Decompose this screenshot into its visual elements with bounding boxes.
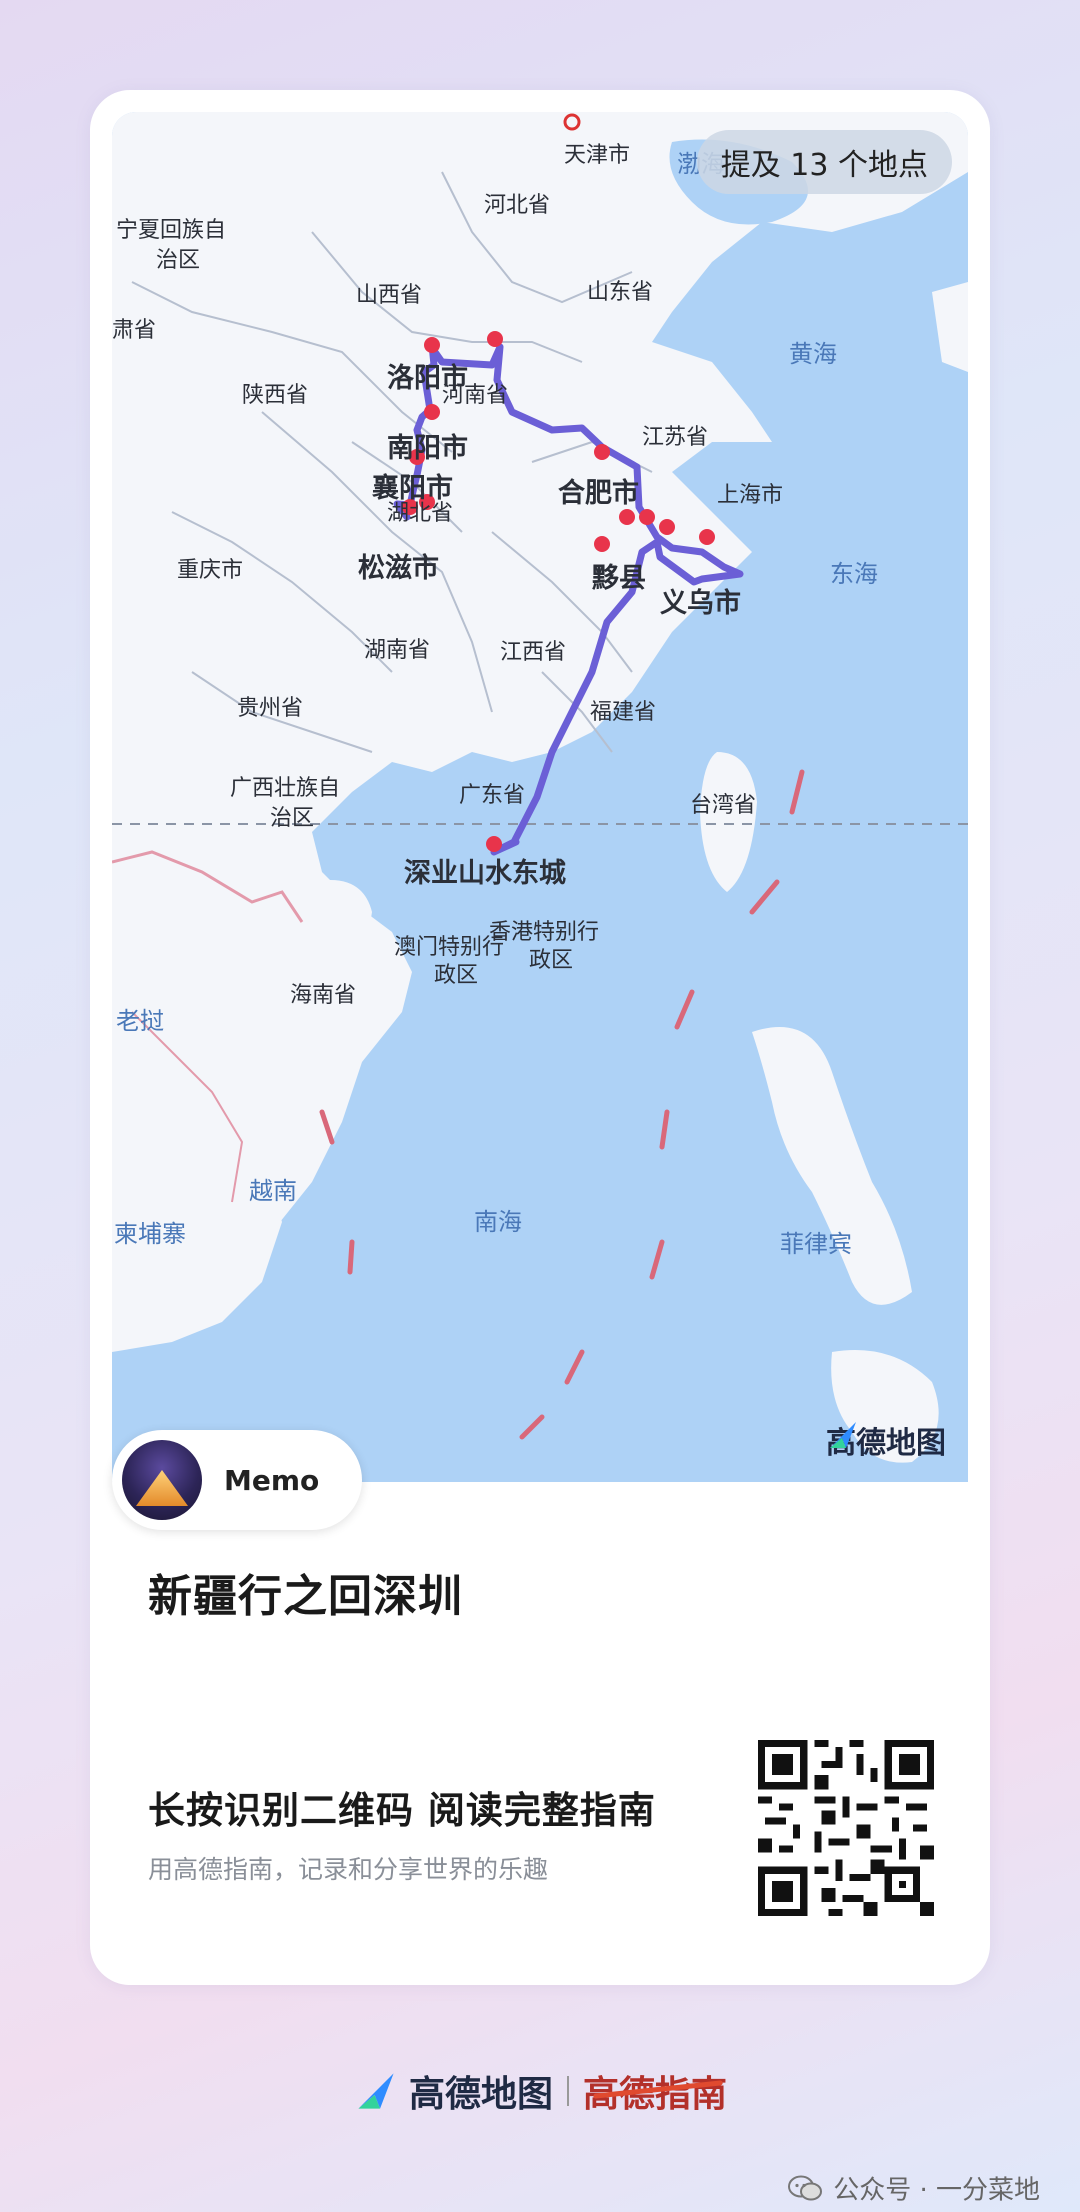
label-hefei: 合肥市: [558, 477, 639, 509]
label-hunan: 湖南省: [364, 638, 430, 663]
label-macau-1: 澳门特别行: [394, 935, 504, 960]
label-yixian: 黟县: [592, 563, 646, 594]
marker-yixian-1: [619, 509, 635, 525]
marker-yixian-4: [594, 536, 610, 552]
label-gansu: 肃省: [112, 318, 156, 343]
label-henan: 河南省: [442, 383, 508, 408]
label-ningxia-1: 宁夏回族自: [116, 218, 226, 243]
marker-henan: [487, 331, 503, 347]
author-chip[interactable]: Memo: [112, 1430, 362, 1530]
label-cambodia: 柬埔寨: [114, 1220, 186, 1248]
marker-yiwu: [699, 529, 715, 545]
brand-amap-text: 高德地图: [408, 2074, 553, 2115]
label-hongkong-2: 政区: [529, 948, 573, 973]
label-vietnam: 越南: [249, 1177, 297, 1205]
label-guangxi-1: 广西壮族自: [230, 776, 340, 801]
wechat-watermark: 公众号 · 一分菜地: [787, 2170, 1040, 2207]
avatar: [122, 1440, 202, 1520]
marker-luoyang: [424, 337, 440, 353]
guide-card: 天津市 渤海 河北省 宁夏回族自 治区 山西省 山东省 肃省 黄海 洛阳市 河南…: [90, 90, 990, 1985]
label-shandong: 山东省: [587, 280, 653, 305]
label-hongkong-1: 香港特别行: [489, 920, 599, 945]
author-name: Memo: [224, 1463, 320, 1497]
label-yiwu: 义乌市: [660, 587, 741, 619]
tent-icon: [136, 1470, 188, 1506]
label-jiangsu: 江苏省: [642, 425, 708, 450]
label-fujian: 福建省: [590, 700, 656, 725]
guide-subtitle: 用高德指南，记录和分享世界的乐趣: [148, 1855, 549, 1884]
label-xiangyang: 襄阳市: [371, 472, 453, 504]
label-donghai: 东海: [830, 560, 878, 588]
label-tianjin: 天津市: [564, 143, 630, 168]
map-canvas: 天津市 渤海 河北省 宁夏回族自 治区 山西省 山东省 肃省 黄海 洛阳市 河南…: [112, 112, 968, 1463]
label-philippines: 菲律宾: [780, 1230, 852, 1258]
amap-logo-icon: [830, 1422, 856, 1448]
label-taiwan: 台湾省: [690, 793, 756, 818]
philippines-land: [752, 1027, 912, 1305]
label-hainan: 海南省: [290, 983, 356, 1008]
guide-title: 新疆行之回深圳: [148, 1571, 463, 1622]
label-songzi: 松滋市: [358, 552, 439, 584]
brand-amap: 高德地图: [353, 2065, 553, 2117]
label-chongqing: 重庆市: [177, 558, 243, 583]
label-jiangxi: 江西省: [500, 640, 566, 665]
label-guangdong: 广东省: [459, 783, 525, 808]
marker-yixian-2: [639, 509, 655, 525]
qr-code[interactable]: [758, 1740, 934, 1916]
watermark-text: 公众号 · 一分菜地: [833, 2175, 1040, 2206]
label-hebei: 河北省: [484, 193, 550, 218]
label-nanhai: 南海: [474, 1208, 522, 1236]
poi-count-badge[interactable]: 提及 13 个地点: [696, 130, 952, 194]
brand-guide: 高德指南: [583, 2065, 727, 2117]
marker-hefei: [594, 444, 610, 460]
amap-logo-icon: [358, 2073, 394, 2109]
wechat-icon: [788, 2175, 823, 2200]
taiwan-island: [700, 752, 757, 892]
marker-shenzhen: [486, 836, 502, 852]
label-nanyang: 南阳市: [387, 432, 468, 464]
brand-divider: [567, 2076, 569, 2106]
route-map[interactable]: 天津市 渤海 河北省 宁夏回族自 治区 山西省 山东省 肃省 黄海 洛阳市 河南…: [112, 112, 968, 1482]
label-guangxi-2: 治区: [270, 806, 314, 831]
marker-nanyang: [424, 404, 440, 420]
marker-yixian-3: [659, 519, 675, 535]
korea-island: [932, 282, 968, 372]
label-shenzhen-poi: 深业山水东城: [404, 857, 566, 889]
label-guizhou: 贵州省: [237, 696, 303, 721]
label-macau-2: 政区: [434, 963, 478, 988]
brand-footer: 高德地图 高德指南: [0, 2065, 1080, 2117]
qr-cta: 长按识别二维码 阅读完整指南: [148, 1789, 656, 1832]
label-hubei: 湖北省: [387, 501, 453, 526]
label-shanghai: 上海市: [717, 483, 783, 508]
label-laos: 老挝: [116, 1007, 164, 1035]
label-ningxia-2: 治区: [156, 248, 200, 273]
label-shaanxi: 陕西省: [242, 383, 308, 408]
label-huanghai: 黄海: [789, 340, 837, 368]
map-logo: 高德地图: [826, 1418, 946, 1462]
label-shanxi: 山西省: [356, 283, 422, 308]
